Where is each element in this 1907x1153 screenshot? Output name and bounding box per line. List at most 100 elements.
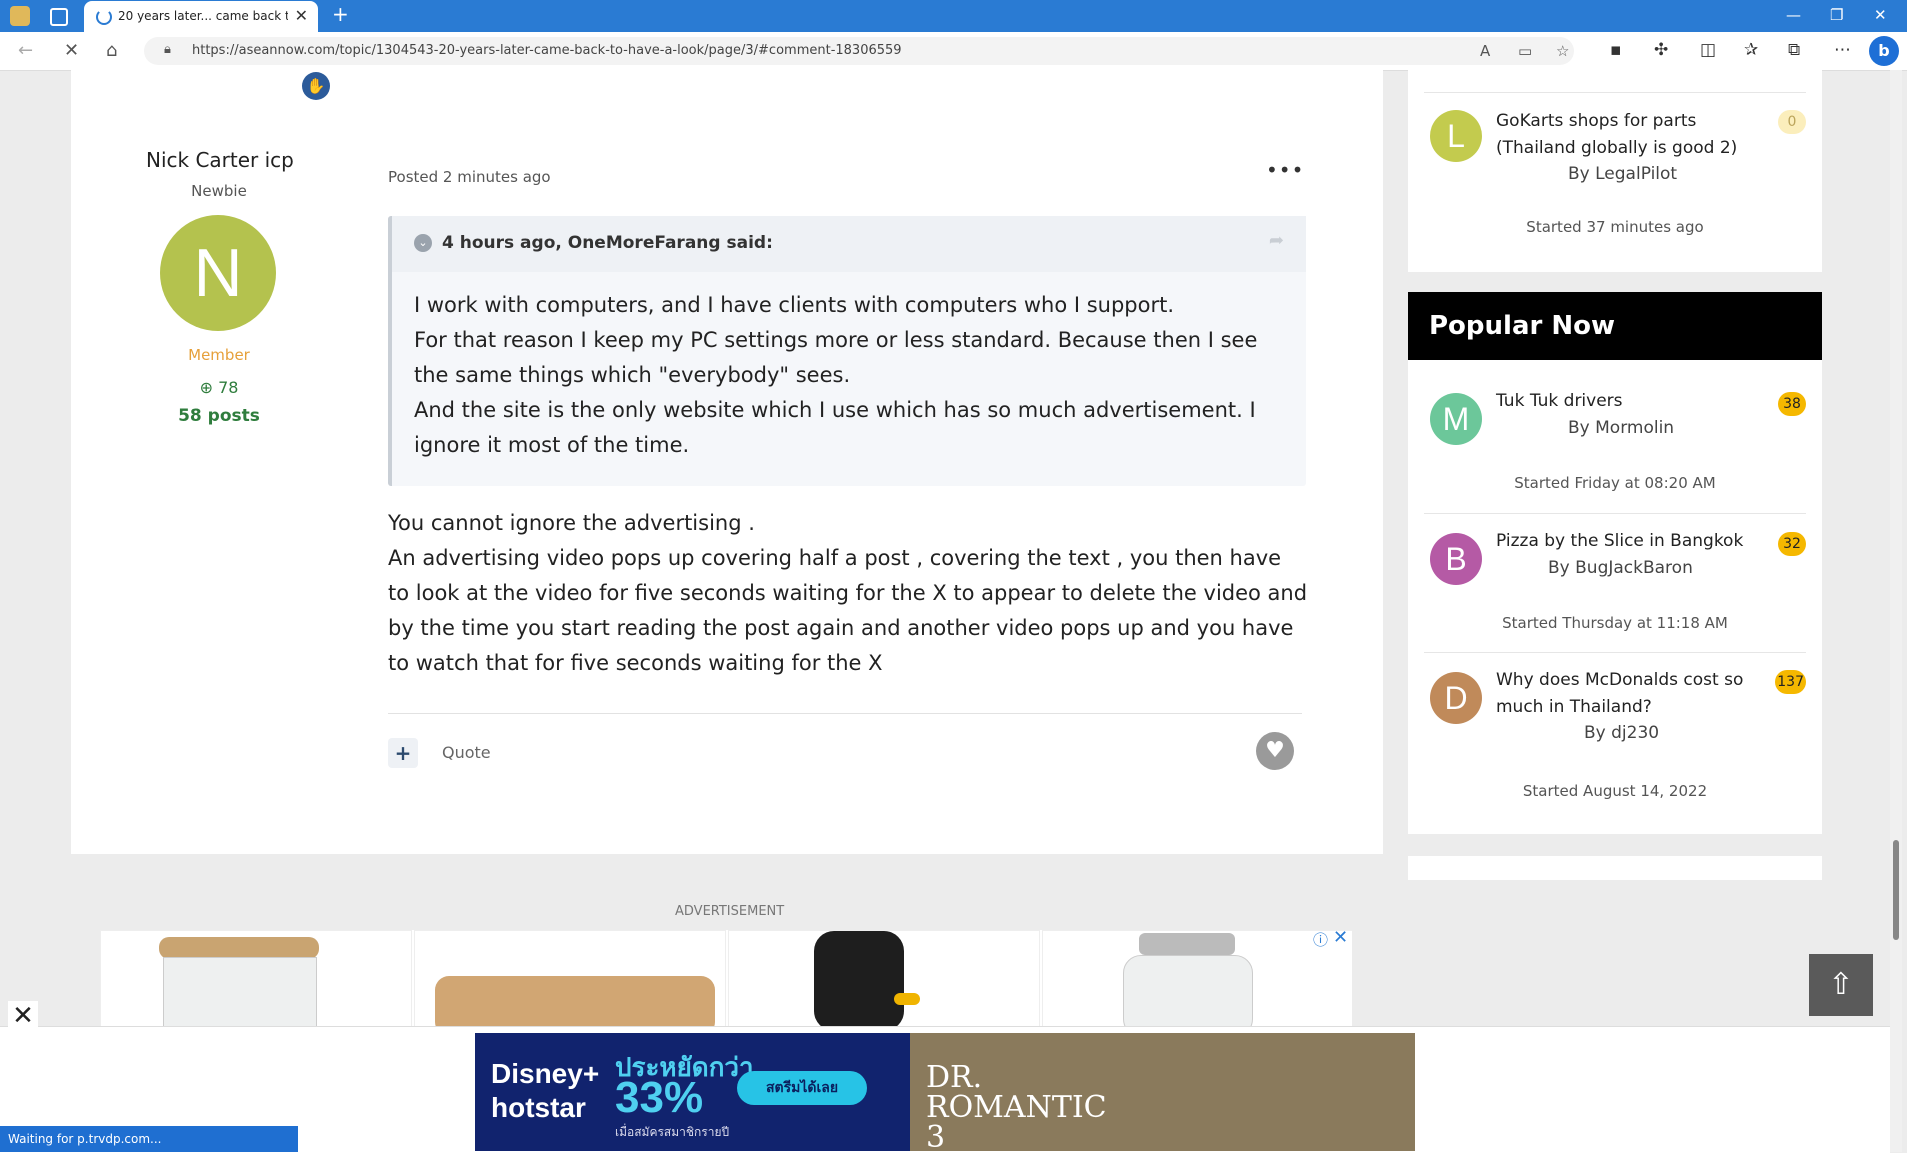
topic-title[interactable]: Tuk Tuk drivers bbox=[1496, 388, 1746, 415]
quote-block: ⌄ 4 hours ago, OneMoreFarang said: ➦ I w… bbox=[388, 216, 1306, 486]
ad-info-icon[interactable]: ⓘ bbox=[1313, 929, 1328, 950]
jar-body bbox=[163, 957, 317, 1030]
post-timestamp[interactable]: Posted 2 minutes ago bbox=[388, 168, 551, 186]
minimize-icon[interactable]: — bbox=[1786, 6, 1801, 24]
ad-label: ADVERTISEMENT bbox=[675, 904, 785, 919]
ad-product-tile[interactable] bbox=[728, 930, 1040, 1030]
tab-close-icon[interactable]: ✕ bbox=[295, 6, 308, 25]
jar-body bbox=[1123, 955, 1253, 1030]
favorites-icon[interactable]: ✰ bbox=[1744, 40, 1758, 60]
avatar[interactable]: N bbox=[160, 215, 276, 331]
ad-close-icon[interactable]: ✕ bbox=[1333, 927, 1348, 948]
avatar[interactable]: L bbox=[1430, 110, 1482, 162]
cutting-board bbox=[435, 976, 715, 1030]
topic-author[interactable]: By BugJackBaron bbox=[1548, 558, 1693, 578]
author-group: Member bbox=[188, 346, 250, 364]
avatar-letter: L bbox=[1447, 118, 1465, 154]
reputation-value: 78 bbox=[218, 378, 239, 397]
report-icon[interactable]: ✋ bbox=[302, 72, 330, 100]
extensions-icon[interactable]: ▪ bbox=[1610, 40, 1622, 60]
scrollbar[interactable] bbox=[1890, 70, 1902, 1152]
plus-icon[interactable]: + bbox=[388, 738, 418, 768]
browser-profile-icon[interactable] bbox=[10, 6, 30, 26]
reload-icon[interactable]: ✕ bbox=[64, 40, 79, 61]
heart-icon[interactable]: ♥ bbox=[1256, 732, 1294, 770]
status-bar: Waiting for p.trvdp.com... bbox=[0, 1126, 298, 1152]
popular-now-widget: Popular Now M Tuk Tuk drivers By Mormoli… bbox=[1408, 292, 1822, 834]
banner-cta-button[interactable]: สตรีมได้เลย bbox=[737, 1071, 867, 1105]
avatar[interactable]: B bbox=[1430, 533, 1482, 585]
collections-icon[interactable]: ⧉ bbox=[1788, 40, 1800, 60]
topic-title[interactable]: Why does McDonalds cost so much in Thail… bbox=[1496, 667, 1746, 721]
ad-products[interactable] bbox=[100, 930, 1352, 1030]
topic-title[interactable]: Pizza by the Slice in Bangkok bbox=[1496, 528, 1766, 555]
status-text: Waiting for p.trvdp.com... bbox=[8, 1132, 162, 1146]
ad-product-tile[interactable] bbox=[1042, 930, 1352, 1030]
browser-navbar: ← ✕ ⌂ 🔒︎ https://aseannow.com/topic/1304… bbox=[0, 32, 1907, 71]
jar-lid bbox=[1139, 933, 1235, 955]
quote-body: I work with computers, and I have client… bbox=[414, 288, 1294, 463]
mesh-bag bbox=[814, 931, 904, 1030]
banner-ad[interactable]: Disney+ hotstar ประหยัดกว่า 33% สตรีมได้… bbox=[475, 1033, 1415, 1151]
post-card: ✋ Nick Carter icp Newbie N Member ⊕ 78 5… bbox=[71, 70, 1383, 854]
share-icon[interactable]: ➦ bbox=[1269, 230, 1284, 251]
read-aloud-icon[interactable]: A bbox=[1480, 42, 1490, 60]
banner-right: DR. ROMANTIC 3 bbox=[910, 1033, 1415, 1151]
reputation-plus-icon: ⊕ bbox=[199, 378, 213, 397]
topic-started: Started August 14, 2022 bbox=[1522, 782, 1708, 800]
widget-header: Popular Now bbox=[1408, 292, 1822, 360]
ad-product-tile[interactable] bbox=[414, 930, 726, 1030]
bing-icon[interactable]: b bbox=[1869, 36, 1899, 66]
lock-icon[interactable]: 🔒︎ bbox=[164, 42, 171, 57]
bag-tag bbox=[894, 993, 920, 1005]
tab-title: 20 years later... came back to hav bbox=[118, 9, 288, 23]
avatar[interactable]: M bbox=[1430, 393, 1482, 445]
quote-header: ⌄ 4 hours ago, OneMoreFarang said: ➦ bbox=[392, 216, 1306, 272]
close-icon[interactable]: ✕ bbox=[8, 1001, 38, 1031]
reply-count-badge: 0 bbox=[1778, 110, 1806, 134]
tab-actions-icon[interactable] bbox=[50, 8, 68, 26]
home-icon[interactable]: ⌂ bbox=[106, 40, 117, 61]
url-text[interactable]: https://aseannow.com/topic/1304543-20-ye… bbox=[192, 43, 902, 58]
more-options-icon[interactable]: ••• bbox=[1266, 158, 1304, 182]
ad-product-tile[interactable] bbox=[100, 930, 412, 1030]
reply-count-badge: 137 bbox=[1775, 670, 1806, 694]
banner-sub: เมื่อสมัครสมาชิกรายปี bbox=[615, 1125, 730, 1139]
reply-count-badge: 32 bbox=[1778, 532, 1806, 556]
puzzle-icon[interactable]: ✣ bbox=[1654, 40, 1668, 60]
address-bar[interactable]: 🔒︎ https://aseannow.com/topic/1304543-20… bbox=[144, 37, 1574, 65]
topic-author[interactable]: By Mormolin bbox=[1568, 418, 1674, 438]
banner-percent: 33% bbox=[615, 1073, 704, 1122]
more-icon[interactable]: ⋯ bbox=[1834, 40, 1851, 60]
window-close-icon[interactable]: ✕ bbox=[1874, 6, 1887, 24]
favorite-star-icon[interactable]: ☆ bbox=[1556, 42, 1569, 60]
quote-button[interactable]: Quote bbox=[442, 743, 491, 762]
sidebar-widget bbox=[1408, 856, 1822, 880]
topic-author[interactable]: By dj230 bbox=[1584, 723, 1659, 743]
back-icon[interactable]: ← bbox=[18, 40, 33, 61]
topic-author[interactable]: By LegalPilot bbox=[1568, 164, 1677, 184]
quote-line: And the site is the only website which I… bbox=[414, 398, 1256, 457]
scroll-top-icon[interactable]: ⇧ bbox=[1809, 954, 1873, 1016]
topic-title[interactable]: GoKarts shops for parts (Thailand global… bbox=[1496, 108, 1746, 162]
avatar-letter: D bbox=[1444, 680, 1468, 716]
tab-active[interactable]: 20 years later... came back to hav ✕ bbox=[84, 1, 318, 32]
new-tab-icon[interactable]: + bbox=[332, 2, 349, 26]
post-count[interactable]: 58 posts bbox=[71, 406, 367, 426]
post-body: You cannot ignore the advertising . An a… bbox=[388, 506, 1308, 681]
avatar[interactable]: D bbox=[1430, 672, 1482, 724]
banner-left: Disney+ hotstar ประหยัดกว่า 33% สตรีมได้… bbox=[475, 1033, 910, 1151]
restore-icon[interactable]: ❐ bbox=[1830, 6, 1843, 24]
immersive-reader-icon[interactable]: ▭ bbox=[1518, 42, 1532, 60]
topic-started: Started 37 minutes ago bbox=[1526, 218, 1704, 236]
banner-brand: Disney+ hotstar bbox=[491, 1058, 600, 1123]
split-screen-icon[interactable]: ◫ bbox=[1700, 40, 1716, 60]
topic-started: Started Friday at 08:20 AM bbox=[1514, 474, 1716, 492]
jar-lid bbox=[159, 937, 319, 959]
post-paragraph: An advertising video pops up covering ha… bbox=[388, 546, 1308, 675]
scroll-thumb[interactable] bbox=[1893, 840, 1899, 940]
quote-chevron-icon[interactable]: ⌄ bbox=[414, 234, 432, 252]
quote-citation[interactable]: 4 hours ago, OneMoreFarang said: bbox=[442, 233, 773, 253]
avatar-letter: B bbox=[1445, 541, 1467, 577]
quote-line: I work with computers, and I have client… bbox=[414, 293, 1175, 317]
